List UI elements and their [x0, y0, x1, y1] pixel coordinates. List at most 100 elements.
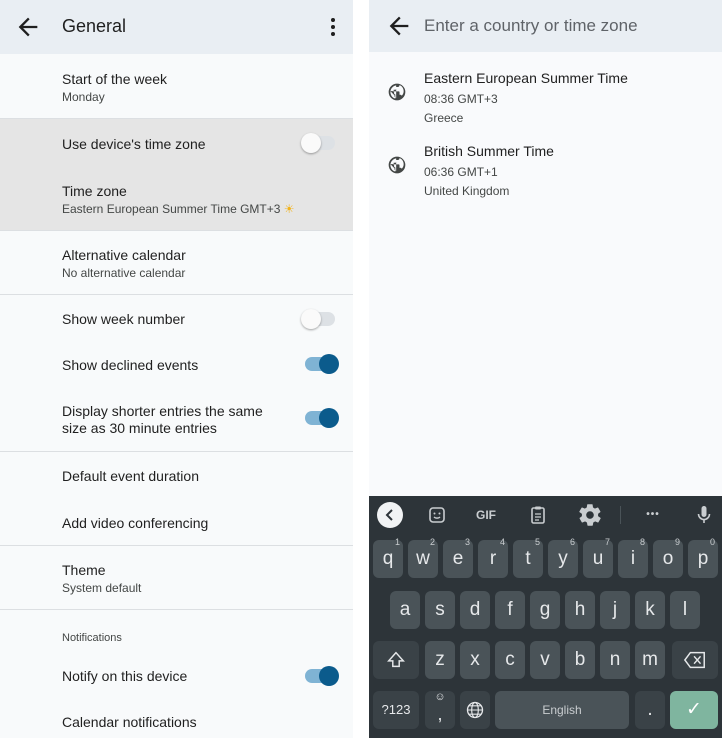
show-declined-events-toggle[interactable]: [305, 354, 339, 374]
backspace-key[interactable]: [672, 641, 718, 679]
emoji-comma-key[interactable]: ☺ ,: [425, 691, 455, 729]
sun-icon: ☀: [283, 202, 295, 216]
alternative-calendar-title: Alternative calendar: [62, 247, 186, 263]
key-number-hint: 7: [604, 537, 610, 547]
key-letter: r: [489, 548, 497, 569]
key-z[interactable]: z: [425, 641, 455, 679]
more-options-button[interactable]: •••: [640, 502, 666, 528]
time-zone-result[interactable]: British Summer Time 06:36 GMT+1 United K…: [369, 143, 722, 205]
key-number-hint: 1: [394, 537, 400, 547]
key-number-hint: 4: [499, 537, 505, 547]
time-zone-value: Eastern European Summer Time GMT+3 ☀: [62, 202, 353, 216]
language-key[interactable]: [460, 691, 490, 729]
show-week-number-row[interactable]: Show week number: [0, 295, 353, 342]
back-arrow-icon[interactable]: [14, 13, 42, 41]
sticker-glyph: [429, 507, 445, 523]
notify-device-row[interactable]: Notify on this device: [0, 650, 353, 697]
backspace-icon: [683, 651, 705, 669]
sticker-icon[interactable]: [424, 502, 450, 528]
alternative-calendar-row[interactable]: Alternative calendar No alternative cale…: [0, 231, 353, 294]
time-zone-result-country: United Kingdom: [424, 184, 510, 198]
key-k[interactable]: k: [635, 591, 665, 629]
clipboard-icon[interactable]: [525, 502, 551, 528]
gif-button[interactable]: GIF: [473, 502, 499, 528]
key-number-hint: 0: [709, 537, 715, 547]
default-event-duration-row[interactable]: Default event duration: [0, 452, 353, 499]
key-q[interactable]: q1: [373, 537, 403, 578]
key-x[interactable]: x: [460, 641, 490, 679]
key-o[interactable]: o9: [653, 537, 683, 578]
shorter-entries-toggle[interactable]: [305, 408, 339, 428]
emoji-hint-icon: ☺: [434, 691, 446, 703]
theme-row[interactable]: Theme System default: [0, 546, 353, 609]
key-b[interactable]: b: [565, 641, 595, 679]
key-w[interactable]: w2: [408, 537, 438, 578]
key-letter: x: [470, 649, 480, 670]
calendar-notifications-row[interactable]: Calendar notifications: [0, 697, 353, 737]
back-arrow-icon[interactable]: [385, 12, 413, 40]
space-bar[interactable]: English: [495, 691, 629, 729]
symbols-key[interactable]: ?123: [373, 691, 419, 729]
key-v[interactable]: v: [530, 641, 560, 679]
key-u[interactable]: u7: [583, 537, 613, 578]
add-video-conferencing-row[interactable]: Add video conferencing: [0, 499, 353, 545]
start-of-week-row[interactable]: Start of the week Monday: [0, 54, 353, 118]
key-l[interactable]: l: [670, 591, 700, 629]
gear-icon[interactable]: [577, 502, 603, 528]
shorter-entries-row[interactable]: Display shorter entries the same size as…: [0, 389, 353, 451]
key-letter: a: [399, 599, 411, 620]
key-m[interactable]: m: [635, 641, 665, 679]
enter-key[interactable]: ✓: [670, 691, 718, 729]
settings-app-bar: General: [0, 0, 353, 54]
key-a[interactable]: a: [390, 591, 420, 629]
period-key[interactable]: .: [635, 691, 665, 729]
toggle-knob: [301, 133, 321, 153]
key-letter: c: [505, 649, 515, 670]
symbols-key-label: ?123: [381, 702, 411, 717]
time-zone-row[interactable]: Time zone Eastern European Summer Time G…: [0, 167, 353, 230]
period-label: .: [647, 699, 653, 720]
more-vert-icon[interactable]: [323, 12, 343, 42]
key-letter: w: [416, 548, 430, 569]
key-s[interactable]: s: [425, 591, 455, 629]
show-declined-events-row[interactable]: Show declined events: [0, 342, 353, 389]
key-h[interactable]: h: [565, 591, 595, 629]
key-d[interactable]: d: [460, 591, 490, 629]
show-week-number-toggle[interactable]: [301, 309, 335, 329]
key-g[interactable]: g: [530, 591, 560, 629]
microphone-icon[interactable]: [691, 502, 717, 528]
collapse-chevron-icon[interactable]: [377, 502, 403, 528]
device-time-zone-row[interactable]: Use device's time zone: [0, 119, 353, 167]
toolbar-separator: [620, 506, 621, 524]
time-zone-result-country: Greece: [424, 111, 464, 125]
key-n[interactable]: n: [600, 641, 630, 679]
key-c[interactable]: c: [495, 641, 525, 679]
shift-key[interactable]: [373, 641, 419, 679]
key-f[interactable]: f: [495, 591, 525, 629]
time-zone-value-text: Eastern European Summer Time GMT+3: [62, 202, 281, 216]
notify-device-toggle[interactable]: [305, 666, 339, 686]
key-y[interactable]: y6: [548, 537, 578, 578]
time-zone-result[interactable]: Eastern European Summer Time 08:36 GMT+3…: [369, 70, 722, 132]
key-letter: o: [662, 548, 674, 569]
key-e[interactable]: e3: [443, 537, 473, 578]
key-i[interactable]: i8: [618, 537, 648, 578]
gear-glyph: [579, 504, 601, 526]
key-number-hint: 5: [534, 537, 540, 547]
key-letter: g: [539, 599, 551, 620]
key-p[interactable]: p0: [688, 537, 718, 578]
time-zone-result-time: 08:36 GMT+3: [424, 92, 498, 106]
keyboard-toolbar: GIF •••: [369, 496, 722, 534]
key-letter: e: [452, 548, 464, 569]
key-letter: q: [382, 548, 394, 569]
time-zone-search-input[interactable]: Enter a country or time zone: [424, 16, 638, 36]
device-time-zone-toggle[interactable]: [301, 133, 335, 153]
start-of-week-title: Start of the week: [62, 71, 168, 87]
key-j[interactable]: j: [600, 591, 630, 629]
key-letter: i: [630, 548, 636, 569]
time-zone-result-time: 06:36 GMT+1: [424, 165, 498, 179]
clipboard-glyph: [531, 506, 545, 524]
theme-value: System default: [62, 581, 142, 595]
key-r[interactable]: r4: [478, 537, 508, 578]
key-t[interactable]: t5: [513, 537, 543, 578]
